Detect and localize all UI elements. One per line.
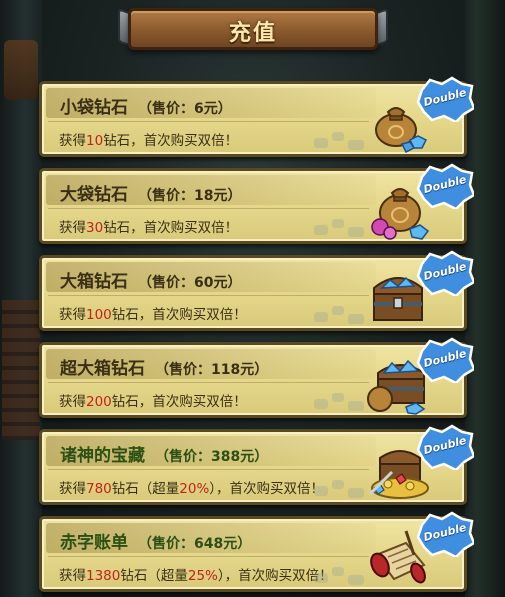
shop-item-deficit-bill[interactable]: 赤字账单 （售价：648元） 获得1380钻石（超量25%），首次购买双倍！ Do… [39, 511, 474, 592]
diamond-amount: 200 [86, 394, 112, 410]
card-divider [48, 469, 369, 470]
item-name-row: 大箱钻石 （售价：60元） [60, 267, 241, 292]
decor-stones [314, 128, 374, 152]
background-books [2, 300, 40, 440]
desc-suffix: 钻石，首次购买双倍！ [111, 307, 247, 323]
shop-item-treasure-of-gods[interactable]: 诸神的宝藏 （售价：388元） 获得780钻石（超量20%），首次购买双倍！ Do… [39, 424, 474, 505]
item-name-row: 诸神的宝藏 （售价：388元） [60, 441, 268, 466]
double-badge: Double [416, 163, 474, 209]
card-divider [48, 121, 369, 122]
card-divider [48, 295, 369, 296]
shop-item-diamond-chest[interactable]: 大箱钻石 （售价：60元） 获得100钻石，首次购买双倍！ Double [39, 250, 474, 331]
item-name-row: 赤字账单 （售价：648元） [60, 528, 251, 553]
decor-stones [314, 302, 374, 326]
item-price: （售价：18元） [138, 188, 242, 204]
item-description: 获得30钻石，首次购买双倍！ [59, 216, 238, 236]
desc-prefix: 获得 [59, 220, 86, 236]
card-divider [48, 382, 369, 383]
desc-prefix: 获得 [59, 133, 86, 149]
item-name: 小袋钻石 [60, 98, 128, 118]
card-divider [48, 556, 369, 557]
desc-middle: 钻石（超量 [111, 481, 180, 497]
item-description: 获得200钻石，首次购买双倍！ [59, 390, 247, 410]
decor-stones [314, 215, 374, 239]
shop-item-large-diamond-bag[interactable]: 大袋钻石 （售价：18元） 获得30钻石，首次购买双倍！ Double [39, 163, 474, 244]
desc-middle: 钻石（超量 [120, 568, 188, 584]
diamond-amount: 1380 [86, 568, 121, 584]
double-badge: Double [416, 424, 474, 470]
item-price: （售价：388元） [155, 449, 269, 465]
desc-prefix: 获得 [59, 394, 86, 410]
double-badge: Double [416, 76, 474, 122]
item-description: 获得10钻石，首次购买双倍！ [59, 129, 238, 149]
shop-item-huge-diamond-chest[interactable]: 超大箱钻石 （售价：118元） 获得200钻石，首次购买双倍！ Double [39, 337, 474, 418]
desc-prefix: 获得 [59, 481, 86, 497]
double-badge: Double [416, 511, 474, 557]
title-banner: 充值 [118, 4, 388, 54]
bonus-percent: 20% [179, 481, 210, 497]
item-name: 诸神的宝藏 [60, 446, 145, 466]
diamond-amount: 780 [86, 481, 112, 497]
decor-stones [314, 476, 374, 500]
item-name-row: 超大箱钻石 （售价：118元） [60, 354, 268, 379]
item-name: 超大箱钻石 [60, 359, 145, 379]
desc-suffix: 钻石，首次购买双倍！ [111, 394, 247, 410]
page-title: 充值 [228, 21, 277, 46]
diamond-amount: 30 [86, 220, 104, 236]
diamond-amount: 100 [86, 307, 112, 323]
item-price: （售价：60元） [138, 275, 242, 291]
desc-prefix: 获得 [59, 568, 86, 584]
item-description: 获得100钻石，首次购买双倍！ [59, 303, 247, 323]
item-description: 获得1380钻石（超量25%），首次购买双倍！ [59, 564, 333, 584]
item-description: 获得780钻石（超量20%），首次购买双倍！ [59, 477, 324, 497]
item-name-row: 大袋钻石 （售价：18元） [60, 180, 241, 205]
decor-stones [314, 563, 374, 587]
desc-prefix: 获得 [59, 307, 86, 323]
item-name-row: 小袋钻石 （售价：6元） [60, 93, 232, 118]
desc-suffix: 钻石，首次购买双倍！ [103, 133, 239, 149]
item-name: 大袋钻石 [60, 185, 128, 205]
double-badge: Double [416, 337, 474, 383]
item-price: （售价：6元） [138, 101, 232, 117]
decor-stones [314, 389, 374, 413]
item-price: （售价：648元） [138, 536, 252, 552]
desc-suffix: 钻石，首次购买双倍！ [103, 220, 239, 236]
item-price: （售价：118元） [155, 362, 269, 378]
item-name: 大箱钻石 [60, 272, 128, 292]
bonus-percent: 25% [187, 568, 218, 584]
desc-suffix: ），首次购买双倍！ [209, 481, 325, 497]
background-jar [4, 40, 38, 100]
card-divider [48, 208, 369, 209]
item-name: 赤字账单 [60, 533, 128, 553]
shop-item-small-diamond-bag[interactable]: 小袋钻石 （售价：6元） 获得10钻石，首次购买双倍！ Double [39, 76, 474, 157]
double-badge: Double [416, 250, 474, 296]
diamond-amount: 10 [86, 133, 104, 149]
